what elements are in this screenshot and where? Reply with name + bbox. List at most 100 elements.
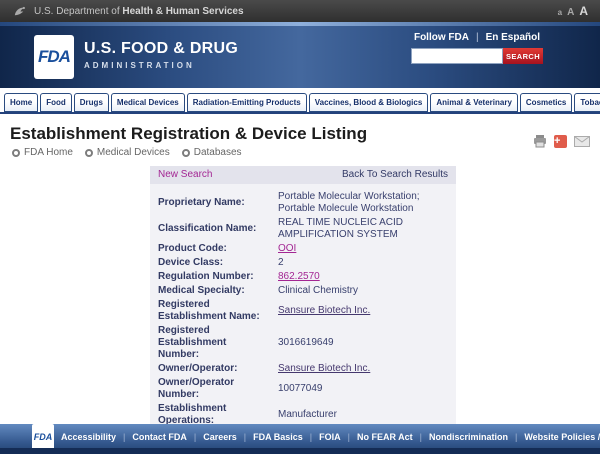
footer-link-careers[interactable]: Careers	[203, 432, 237, 442]
footer-link-contact-fda[interactable]: Contact FDA	[132, 432, 187, 442]
row-label: Medical Specialty:	[158, 284, 278, 298]
footer-links: Accessibility|Contact FDA|Careers|FDA Ba…	[54, 432, 600, 442]
row-label: Device Class:	[158, 256, 278, 270]
org-name-line1: U.S. FOOD & DRUG	[84, 40, 238, 58]
footer-fda-logo[interactable]: FDA	[32, 424, 54, 450]
hhs-dept-bold: Health & Human Services	[122, 6, 243, 17]
footer-link-fda-basics[interactable]: FDA Basics	[253, 432, 303, 442]
search-area: SEARCH	[411, 48, 543, 64]
row-label: Proprietary Name:	[158, 190, 278, 216]
nav-tab-radiation-emitting-products[interactable]: Radiation-Emitting Products	[187, 93, 307, 112]
breadcrumb-item: Medical Devices	[85, 147, 170, 158]
results-table-body: Proprietary Name:Portable Molecular Work…	[158, 190, 448, 428]
row-value: 862.2570	[278, 270, 448, 284]
fda-page: U.S. Department of Health & Human Servic…	[0, 0, 600, 454]
row-value-link[interactable]: 862.2570	[278, 271, 320, 282]
nav-tabs: HomeFoodDrugsMedical DevicesRadiation-Em…	[0, 88, 600, 114]
fda-logo-text: FDA	[38, 47, 70, 67]
breadcrumb: FDA Home Medical Devices Databases	[12, 147, 600, 158]
nav-tab-cosmetics[interactable]: Cosmetics	[520, 93, 572, 112]
footer-link-website-policies-privacy[interactable]: Website Policies / Privacy	[524, 432, 600, 442]
nav-tab-medical-devices[interactable]: Medical Devices	[111, 93, 185, 112]
table-row: Product Code:OOI	[158, 242, 448, 256]
breadcrumb-item: Databases	[182, 147, 242, 158]
main-content: + Establishment Registration & Device Li…	[0, 124, 600, 454]
row-value: 3016619649	[278, 324, 448, 362]
search-button[interactable]: SEARCH	[503, 48, 543, 64]
fda-logo[interactable]: FDA	[34, 35, 74, 79]
breadcrumb-bullet-icon	[12, 149, 20, 157]
search-input[interactable]	[411, 48, 503, 64]
header-links: Follow FDA | En Español	[411, 32, 543, 43]
row-value-link[interactable]: Sansure Biotech Inc.	[278, 305, 370, 316]
nav-tab-tobacco-products[interactable]: Tobacco Products	[574, 93, 600, 112]
row-value: Sansure Biotech Inc.	[278, 362, 448, 376]
nav-tab-drugs[interactable]: Drugs	[74, 93, 109, 112]
table-row: Owner/Operator:Sansure Biotech Inc.	[158, 362, 448, 376]
font-size-small-button[interactable]: a	[558, 8, 562, 17]
row-value: Clinical Chemistry	[278, 284, 448, 298]
nav-tab-food[interactable]: Food	[40, 93, 72, 112]
hhs-department-label[interactable]: U.S. Department of Health & Human Servic…	[34, 6, 244, 17]
row-label: Owner/Operator:	[158, 362, 278, 376]
org-name: U.S. FOOD & DRUG ADMINISTRATION	[84, 40, 238, 70]
breadcrumb-bullet-icon	[85, 149, 93, 157]
back-to-search-results-link[interactable]: Back To Search Results	[342, 169, 448, 180]
new-search-link[interactable]: New Search	[158, 169, 212, 180]
hhs-top-bar: U.S. Department of Health & Human Servic…	[0, 0, 600, 22]
row-value: OOI	[278, 242, 448, 256]
row-value: Portable Molecular Workstation; Portable…	[278, 190, 448, 216]
table-row: Registered Establishment Name:Sansure Bi…	[158, 298, 448, 324]
footer-bar: FDA Accessibility|Contact FDA|Careers|FD…	[0, 424, 600, 454]
table-row: Proprietary Name:Portable Molecular Work…	[158, 190, 448, 216]
row-label: Regulation Number:	[158, 270, 278, 284]
row-value-link[interactable]: OOI	[278, 243, 296, 254]
breadcrumb-link-fda-home[interactable]: FDA Home	[24, 147, 73, 158]
font-size-medium-button[interactable]: A	[567, 7, 574, 18]
table-row: Owner/Operator Number:10077049	[158, 376, 448, 402]
hhs-dept-prefix: U.S. Department of	[34, 6, 120, 17]
title-icons: +	[533, 135, 590, 148]
row-value-link[interactable]: Sansure Biotech Inc.	[278, 363, 370, 374]
table-row: Medical Specialty:Clinical Chemistry	[158, 284, 448, 298]
breadcrumb-link-medical-devices[interactable]: Medical Devices	[97, 147, 170, 158]
hhs-eagle-icon	[12, 4, 27, 19]
nav-tab-home[interactable]: Home	[4, 93, 38, 112]
share-icon[interactable]: +	[554, 135, 567, 148]
row-label: Registered Establishment Name:	[158, 298, 278, 324]
row-label: Product Code:	[158, 242, 278, 256]
follow-fda-link[interactable]: Follow FDA	[414, 32, 469, 43]
breadcrumb-bullet-icon	[182, 149, 190, 157]
table-row: Regulation Number:862.2570	[158, 270, 448, 284]
print-icon[interactable]	[533, 135, 547, 148]
row-label: Classification Name:	[158, 216, 278, 242]
en-espanol-link[interactable]: En Español	[486, 32, 540, 43]
table-row: Registered Establishment Number:30166196…	[158, 324, 448, 362]
fda-header: FDA U.S. FOOD & DRUG ADMINISTRATION Foll…	[0, 22, 600, 88]
table-row: Classification Name:REAL TIME NUCLEIC AC…	[158, 216, 448, 242]
table-row: Device Class:2	[158, 256, 448, 270]
row-value: REAL TIME NUCLEIC ACID AMPLIFICATION SYS…	[278, 216, 448, 242]
row-label: Owner/Operator Number:	[158, 376, 278, 402]
font-size-controls: a A A	[558, 4, 588, 18]
results-panel: New Search Back To Search Results Propri…	[150, 166, 456, 436]
org-name-line2: ADMINISTRATION	[84, 61, 238, 70]
font-size-large-button[interactable]: A	[579, 4, 588, 18]
row-label: Registered Establishment Number:	[158, 324, 278, 362]
footer-link-no-fear-act[interactable]: No FEAR Act	[357, 432, 413, 442]
footer-fda-logo-text: FDA	[34, 432, 53, 442]
results-header: New Search Back To Search Results	[150, 166, 456, 184]
footer-link-nondiscrimination[interactable]: Nondiscrimination	[429, 432, 508, 442]
footer-link-foia[interactable]: FOIA	[319, 432, 341, 442]
row-value: 10077049	[278, 376, 448, 402]
email-icon[interactable]	[574, 136, 590, 147]
page-title: Establishment Registration & Device List…	[10, 124, 600, 144]
footer-link-accessibility[interactable]: Accessibility	[61, 432, 116, 442]
nav-tab-vaccines-blood-biologics[interactable]: Vaccines, Blood & Biologics	[309, 93, 429, 112]
row-value: 2	[278, 256, 448, 270]
row-value: Sansure Biotech Inc.	[278, 298, 448, 324]
breadcrumb-link-databases[interactable]: Databases	[194, 147, 242, 158]
breadcrumb-item: FDA Home	[12, 147, 73, 158]
header-link-separator: |	[476, 32, 479, 43]
nav-tab-animal-veterinary[interactable]: Animal & Veterinary	[430, 93, 518, 112]
